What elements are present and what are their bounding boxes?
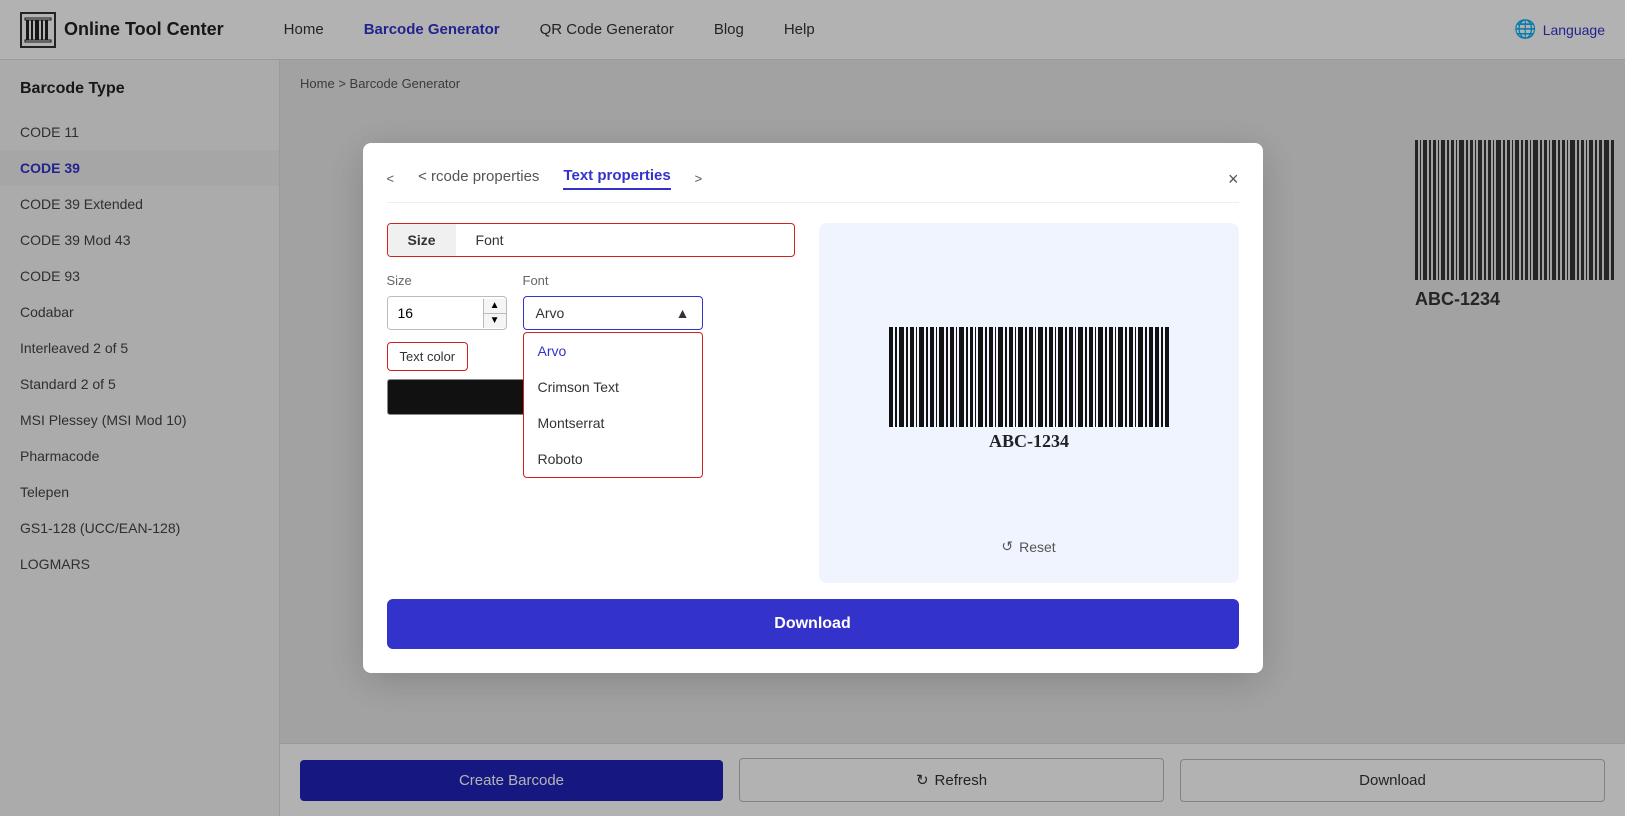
font-label: Font — [523, 273, 703, 288]
modal-overlay[interactable]: < < rcode properties Text properties > ×… — [0, 0, 1625, 816]
size-down-arrow[interactable]: ▼ — [484, 314, 506, 328]
reset-icon: ↺ — [1001, 538, 1013, 555]
reset-label: Reset — [1019, 539, 1056, 555]
font-option-montserrat[interactable]: Montserrat — [524, 405, 702, 441]
size-group: Size ▲ ▼ — [387, 273, 507, 330]
font-selected-value: Arvo — [536, 305, 565, 321]
modal-tab-text[interactable]: Text properties — [563, 167, 670, 190]
modal-header: < < rcode properties Text properties > × — [387, 167, 1239, 203]
size-input[interactable] — [388, 297, 483, 329]
modal-prev-arrow[interactable]: < — [387, 171, 395, 186]
font-option-roboto[interactable]: Roboto — [524, 441, 702, 477]
svg-text:ABC-1234: ABC-1234 — [989, 431, 1069, 451]
size-arrows: ▲ ▼ — [483, 299, 506, 328]
reset-button[interactable]: ↺ Reset — [993, 530, 1063, 563]
modal: < < rcode properties Text properties > ×… — [363, 143, 1263, 673]
size-label: Size — [387, 273, 507, 288]
size-font-row: Size ▲ ▼ Font Arvo — [387, 273, 795, 330]
text-color-label: Text color — [387, 342, 469, 371]
modal-body: Size Font Size ▲ ▼ — [387, 223, 1239, 583]
modal-close-button[interactable]: × — [1228, 170, 1239, 188]
prop-tabs: Size Font — [387, 223, 795, 257]
modal-next-arrow[interactable]: > — [695, 171, 703, 186]
size-input-wrap: ▲ ▼ — [387, 296, 507, 330]
font-group: Font Arvo ▲ Arvo Crimson Text Montserrat… — [523, 273, 703, 330]
font-option-arvo[interactable]: Arvo — [524, 333, 702, 369]
barcode-image: ABC-1234 — [879, 322, 1179, 452]
font-dropdown: Arvo Crimson Text Montserrat Roboto — [523, 332, 703, 478]
prop-tab-font[interactable]: Font — [456, 224, 524, 256]
size-up-arrow[interactable]: ▲ — [484, 299, 506, 314]
modal-download-button[interactable]: Download — [387, 599, 1239, 649]
chevron-up-icon: ▲ — [676, 305, 690, 321]
modal-tab-barcode[interactable]: < rcode properties — [418, 168, 539, 189]
modal-controls: Size Font Size ▲ ▼ — [387, 223, 795, 583]
font-option-crimson[interactable]: Crimson Text — [524, 369, 702, 405]
font-select[interactable]: Arvo ▲ — [523, 296, 703, 330]
barcode-preview: ABC-1234 — [839, 243, 1219, 530]
prop-tab-size[interactable]: Size — [388, 224, 456, 256]
modal-preview: ABC-1234 ↺ Reset — [819, 223, 1239, 583]
